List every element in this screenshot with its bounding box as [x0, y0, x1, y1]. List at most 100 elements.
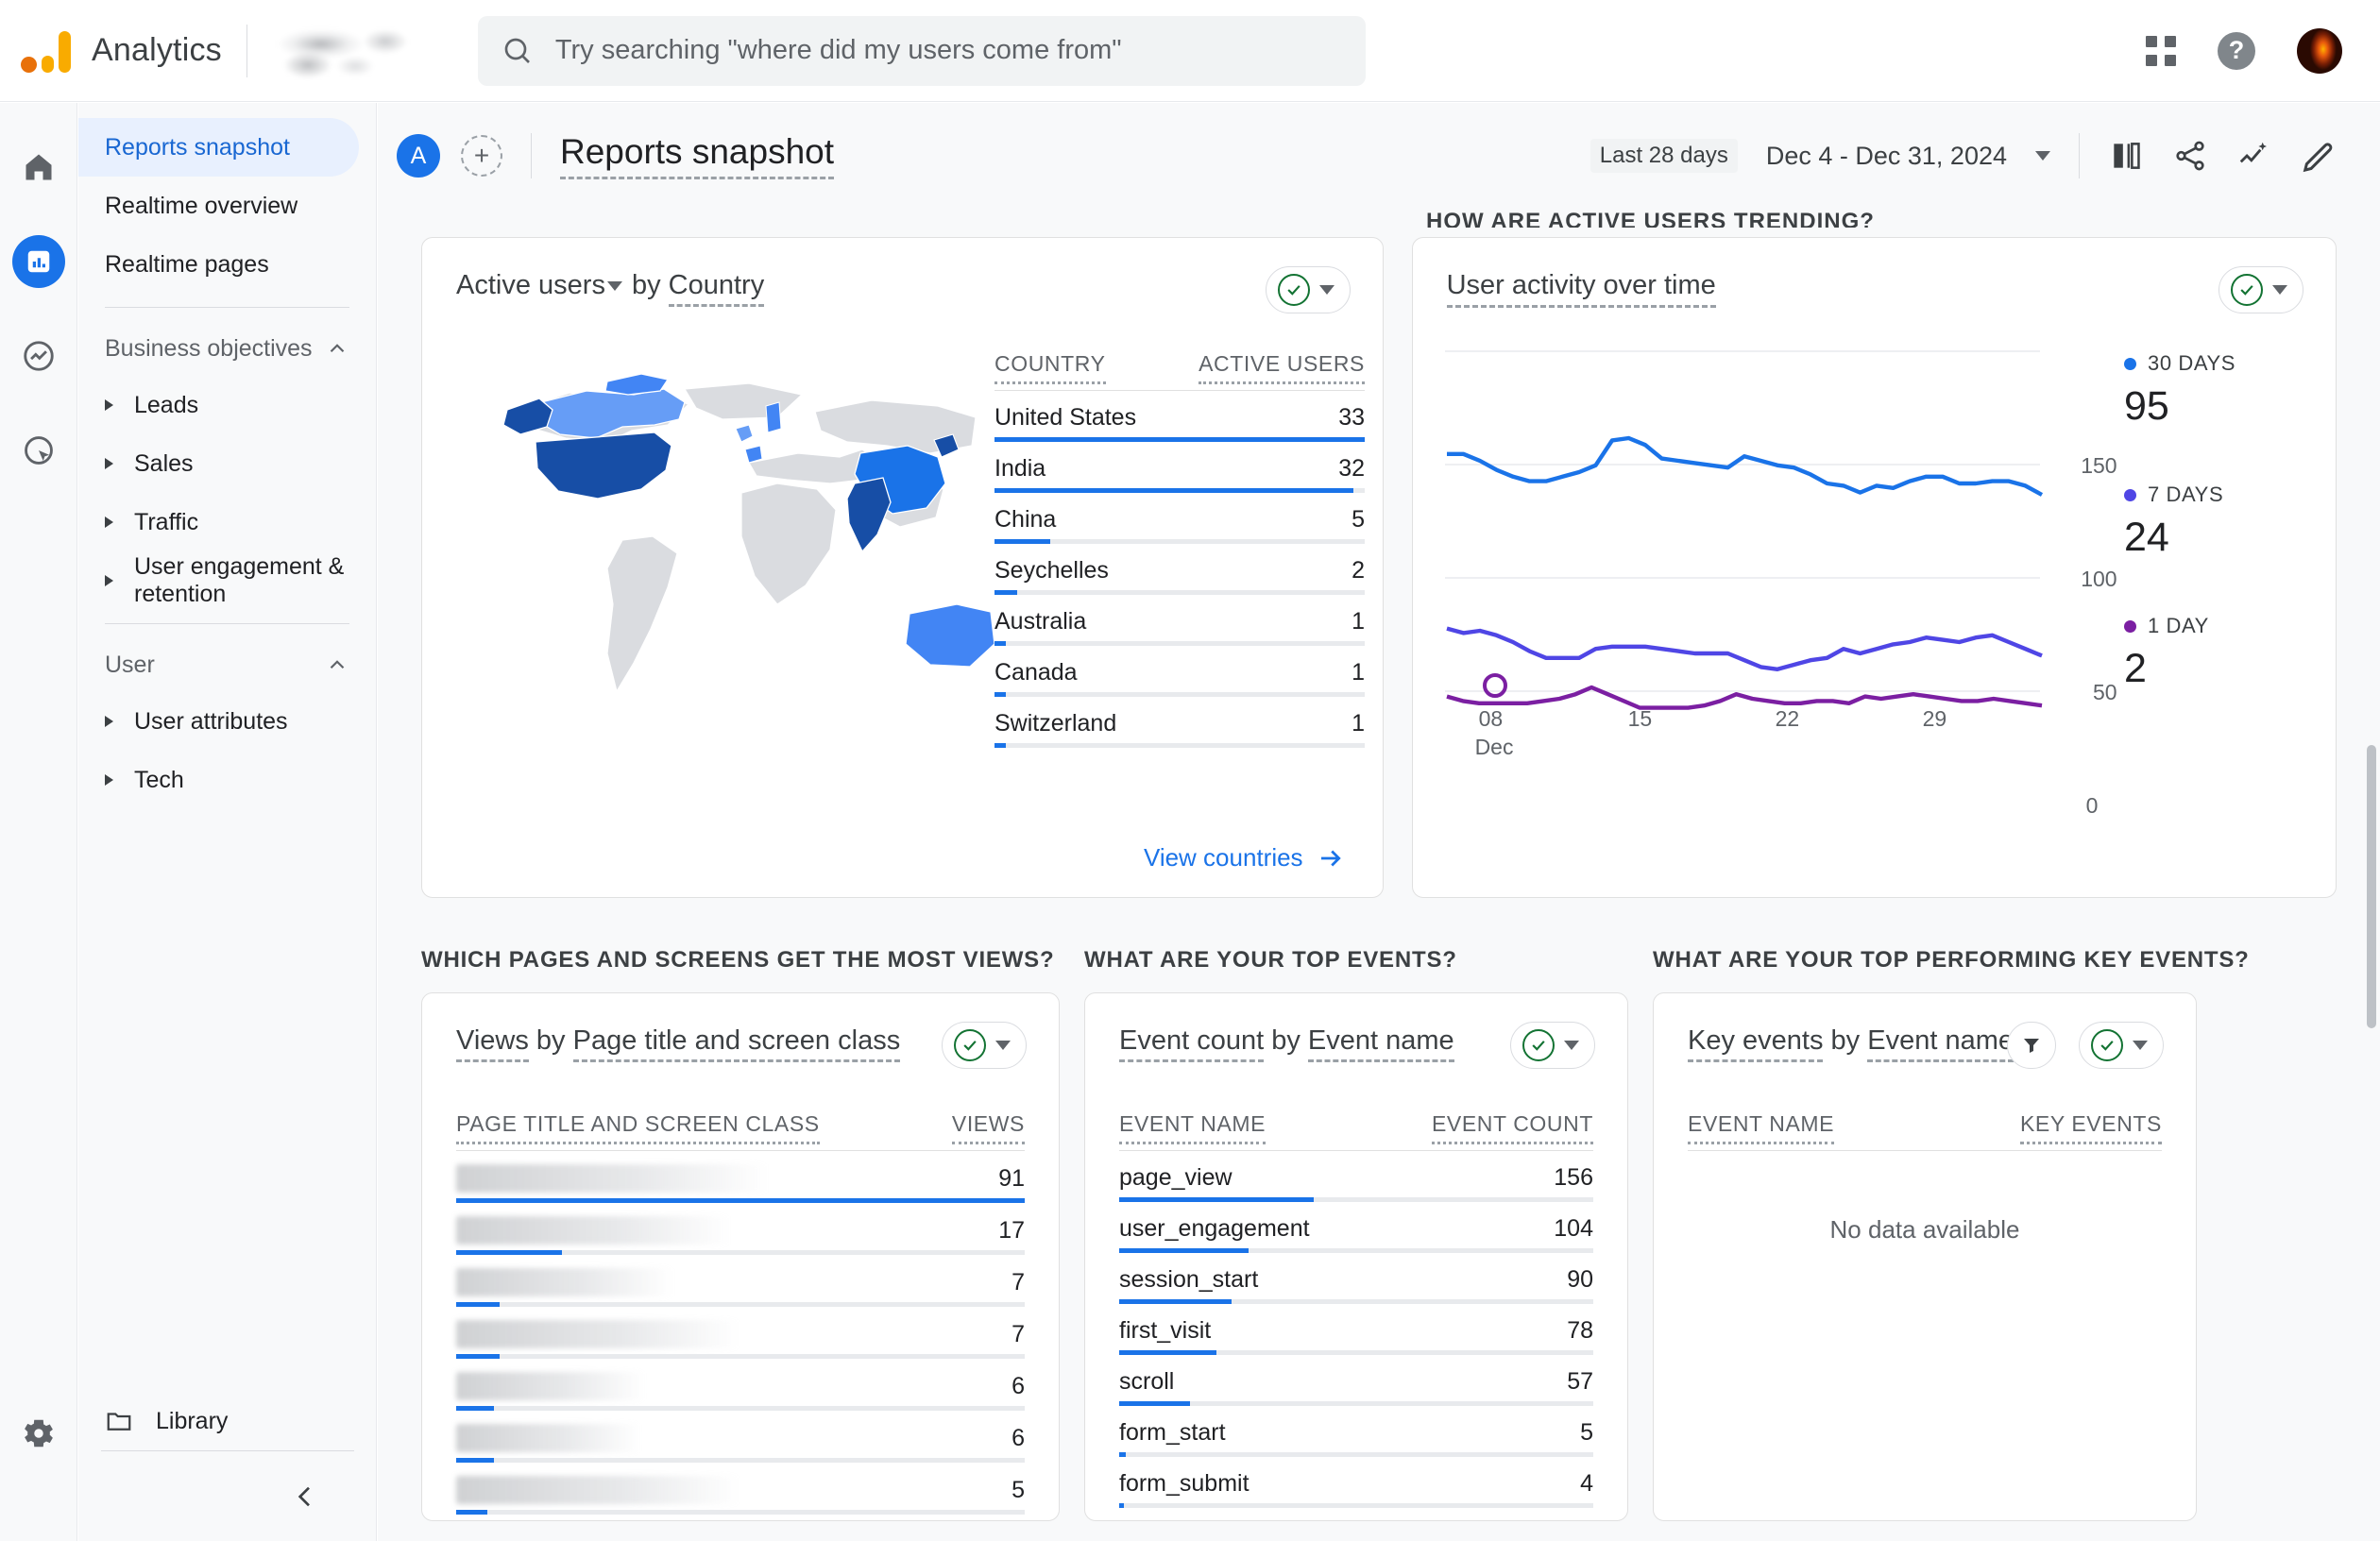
- table-row[interactable]: scroll 57: [1119, 1355, 1593, 1401]
- add-collaborator-button[interactable]: +: [461, 135, 502, 177]
- card-dimension-label[interactable]: Page title and screen class: [572, 1025, 901, 1062]
- table-row[interactable]: 6: [456, 1359, 1025, 1406]
- map-region-arctic[interactable]: [604, 373, 669, 396]
- sidebar-section-business-objectives[interactable]: Business objectives: [78, 321, 376, 376]
- card-metric-label[interactable]: Event count: [1119, 1025, 1265, 1062]
- sidebar-item-realtime-overview[interactable]: Realtime overview: [78, 177, 359, 235]
- table-row[interactable]: session_start 90: [1119, 1253, 1593, 1299]
- search-bar[interactable]: Try searching "where did my users come f…: [477, 15, 1366, 86]
- card-dimension-label[interactable]: Event name: [1867, 1025, 2014, 1062]
- table-row[interactable]: Australia 1: [994, 595, 1365, 641]
- x-tick-08: 08: [1478, 706, 1504, 731]
- table-row[interactable]: first_visit 78: [1119, 1304, 1593, 1350]
- sidebar-section-user[interactable]: User: [78, 637, 376, 692]
- edit-icon[interactable]: [2301, 138, 2337, 174]
- card-options-button[interactable]: [2218, 266, 2304, 313]
- table-row[interactable]: 7: [456, 1307, 1025, 1354]
- world-map-chart[interactable]: [466, 351, 994, 720]
- sidebar-item-tech[interactable]: Tech: [78, 751, 376, 809]
- sidebar-item-library[interactable]: Library: [78, 1392, 377, 1450]
- table-row[interactable]: 91: [456, 1151, 1025, 1199]
- table-row[interactable]: Switzerland 1: [994, 697, 1365, 743]
- sidebar-item-reports-snapshot[interactable]: Reports snapshot: [78, 118, 359, 177]
- table-row-bar: [456, 1354, 1025, 1359]
- date-range-label[interactable]: Dec 4 - Dec 31, 2024: [1766, 142, 2007, 171]
- row-bar-track: [456, 1198, 1025, 1203]
- row-bar-fill: [994, 539, 1051, 544]
- map-region-united-states[interactable]: [535, 432, 672, 500]
- table-row[interactable]: form_submit 4: [1119, 1457, 1593, 1503]
- chevron-down-icon[interactable]: [2035, 151, 2050, 161]
- series-30-days: [1446, 435, 2043, 497]
- table-row[interactable]: page_view 156: [1119, 1151, 1593, 1198]
- card-metric-label[interactable]: Active users: [456, 270, 605, 300]
- table-row[interactable]: form_start 5: [1119, 1406, 1593, 1452]
- insights-icon[interactable]: [2236, 138, 2272, 174]
- sidebar-collapse-button[interactable]: [101, 1450, 354, 1541]
- sidebar-item-leads[interactable]: Leads: [78, 376, 376, 434]
- x-axis-month-label: Dec: [1474, 735, 1514, 759]
- sidebar-divider: [105, 623, 349, 624]
- row-bar-fill: [994, 641, 1006, 646]
- map-region-india[interactable]: [846, 477, 892, 553]
- table-row[interactable]: 17: [456, 1203, 1025, 1250]
- search-input[interactable]: Try searching "where did my users come f…: [555, 35, 1122, 66]
- reports-icon[interactable]: [11, 235, 65, 288]
- help-icon[interactable]: ?: [2218, 31, 2255, 70]
- share-icon[interactable]: [2172, 138, 2208, 174]
- table-row[interactable]: 6: [456, 1411, 1025, 1458]
- table-row[interactable]: 5: [456, 1463, 1025, 1510]
- card-dimension-label[interactable]: Event name: [1307, 1025, 1454, 1062]
- legend-value-30-days: 95: [2124, 383, 2169, 429]
- chart-legend: 30 DAYS 95 7 DAYS 24 1 DAY 2: [2124, 351, 2304, 745]
- apps-grid-icon[interactable]: [2146, 35, 2176, 66]
- table-row[interactable]: Canada 1: [994, 646, 1365, 692]
- card-options-button[interactable]: [1265, 266, 1351, 313]
- card-options-button[interactable]: [1510, 1022, 1595, 1069]
- compare-icon[interactable]: [2108, 138, 2144, 174]
- explore-icon[interactable]: [12, 330, 65, 382]
- table-row[interactable]: Seychelles 2: [994, 544, 1365, 590]
- sidebar-item-user-attributes[interactable]: User attributes: [78, 692, 376, 751]
- row-bar-fill: [456, 1458, 494, 1463]
- row-value: 5: [1012, 1477, 1025, 1503]
- user-activity-line-chart[interactable]: [1436, 332, 2097, 738]
- row-bar-fill: [994, 590, 1017, 595]
- map-region-uk[interactable]: [735, 424, 754, 443]
- filter-icon[interactable]: [2007, 1022, 2056, 1069]
- property-selector[interactable]: [271, 21, 416, 80]
- user-avatar[interactable]: [2297, 27, 2342, 74]
- sidebar-item-label: User attributes: [134, 707, 288, 735]
- map-region-australia[interactable]: [905, 603, 994, 668]
- view-countries-link[interactable]: View countries: [1144, 843, 1345, 872]
- card-title-user-activity[interactable]: User activity over time: [1446, 270, 1716, 308]
- vertical-scrollbar[interactable]: [2367, 745, 2376, 1028]
- chevron-down-icon[interactable]: [606, 281, 622, 291]
- sidebar-item-user-engagement[interactable]: User engagement & retention: [78, 551, 376, 610]
- sidebar-item-sales[interactable]: Sales: [78, 434, 376, 493]
- sidebar-item-traffic[interactable]: Traffic: [78, 493, 376, 551]
- table-row[interactable]: United States 33: [994, 391, 1365, 438]
- avatar[interactable]: A: [397, 134, 440, 178]
- sidebar-item-realtime-pages[interactable]: Realtime pages: [78, 235, 359, 294]
- table-row[interactable]: China 5: [994, 493, 1365, 539]
- map-region-sweden[interactable]: [765, 401, 782, 433]
- table-row[interactable]: user_engagement 104: [1119, 1202, 1593, 1248]
- date-preset-badge[interactable]: Last 28 days: [1590, 139, 1738, 173]
- card-metric-label[interactable]: Key events: [1688, 1025, 1824, 1062]
- map-region-canada[interactable]: [533, 388, 686, 439]
- card-metric-label[interactable]: Views: [456, 1025, 529, 1062]
- analytics-logo-icon[interactable]: [21, 29, 71, 73]
- row-label: China: [994, 506, 1057, 533]
- advertising-icon[interactable]: [12, 424, 65, 477]
- table-row[interactable]: India 32: [994, 442, 1365, 488]
- card-options-button[interactable]: [942, 1022, 1027, 1069]
- card-user-activity-over-time: User activity over time 150 100 50 0 08 …: [1411, 237, 2337, 898]
- home-icon[interactable]: [12, 141, 65, 194]
- table-row-bar: [456, 1302, 1025, 1307]
- gear-icon[interactable]: [12, 1407, 65, 1460]
- row-bar-track: [994, 590, 1365, 595]
- table-row[interactable]: 7: [456, 1255, 1025, 1302]
- card-dimension-label[interactable]: Country: [668, 270, 765, 307]
- card-options-button[interactable]: [2079, 1022, 2164, 1069]
